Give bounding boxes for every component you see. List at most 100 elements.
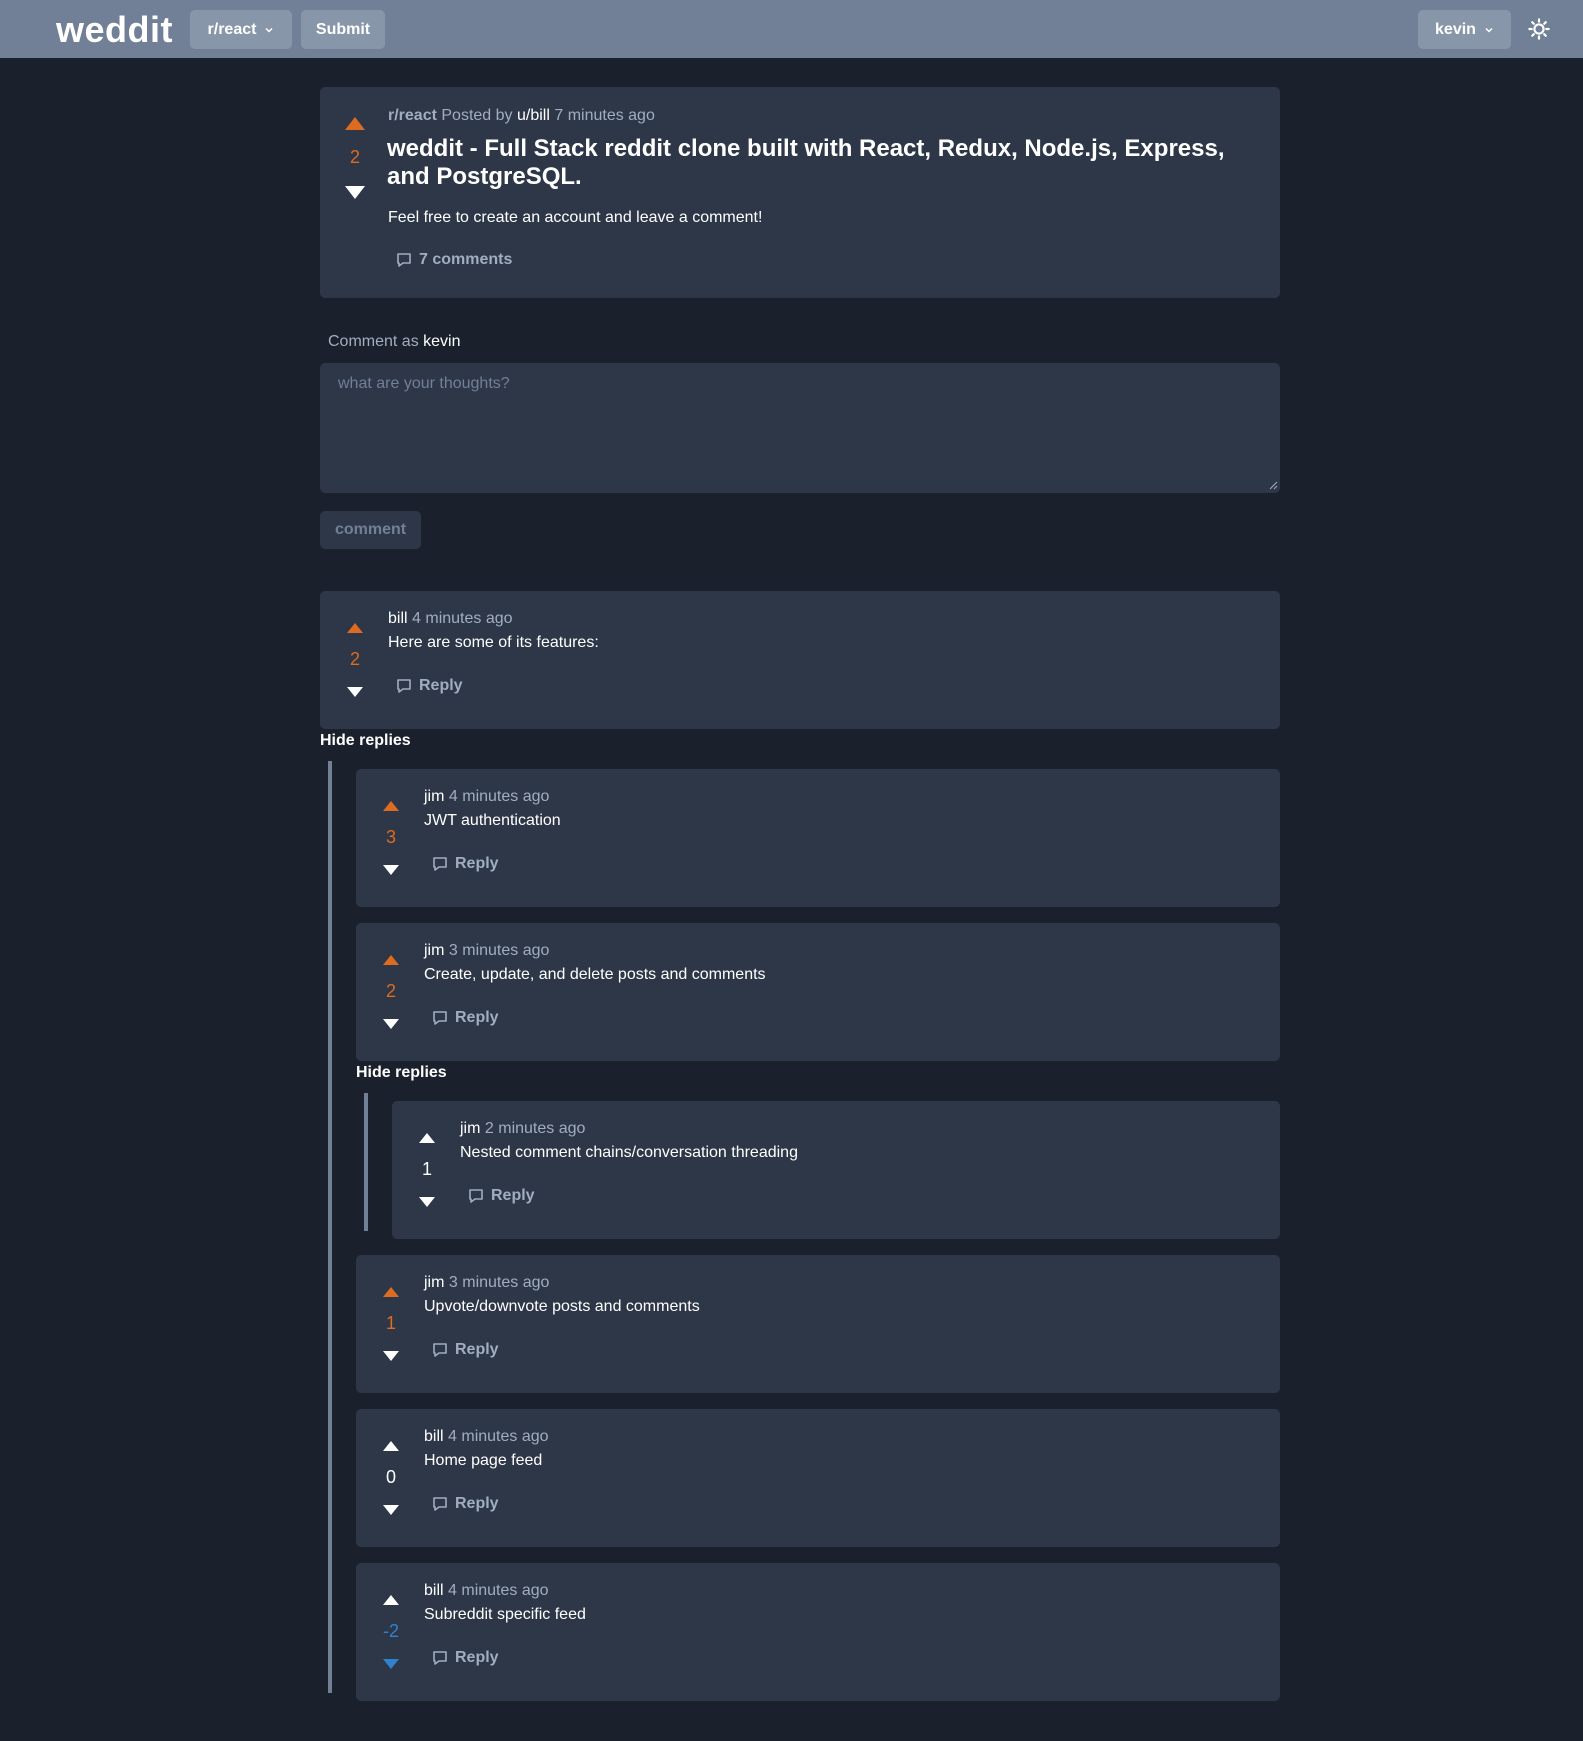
thread-line[interactable] [364, 1093, 368, 1231]
comment-body: Subreddit specific feed [424, 1606, 586, 1623]
upvote-arrow-icon[interactable] [373, 1282, 409, 1300]
hide-replies-button[interactable]: Hide replies [320, 732, 411, 750]
comments-count: 7 comments [419, 251, 513, 268]
post-author-link[interactable]: u/bill [517, 107, 550, 124]
post-comments-link[interactable]: 7 comments [395, 251, 512, 269]
downvote-arrow-icon[interactable] [373, 1015, 409, 1033]
downvote-arrow-icon[interactable] [373, 861, 409, 879]
comment-meta: jim 2 minutes ago [460, 1120, 585, 1138]
comment-meta: bill 4 minutes ago [388, 610, 513, 628]
comment-time: 2 minutes ago [484, 1120, 586, 1137]
post-meta: r/react Posted by u/bill 7 minutes ago [388, 107, 655, 125]
thread-line[interactable] [328, 761, 332, 1693]
comment-score: 2 [385, 981, 396, 1001]
subreddit-select-label: r/react [207, 20, 257, 38]
downvote-arrow-icon[interactable] [409, 1193, 445, 1211]
reply-button[interactable]: Reply [431, 1009, 499, 1027]
reply-button[interactable]: Reply [431, 1341, 499, 1359]
upvote-arrow-icon[interactable] [373, 1436, 409, 1454]
reply-button[interactable]: Reply [395, 677, 463, 695]
post-body: Feel free to create an account and leave… [388, 209, 763, 226]
comment-submit-button[interactable]: comment [320, 511, 421, 549]
theme-toggle-sun-icon[interactable] [1528, 18, 1550, 40]
comment-body: Nested comment chains/conversation threa… [460, 1144, 798, 1161]
chevron-down-icon [265, 27, 273, 33]
upvote-arrow-icon[interactable] [337, 114, 373, 132]
upvote-arrow-icon[interactable] [373, 1590, 409, 1608]
comment-author-link[interactable]: bill [388, 610, 408, 627]
comment-bubble-icon [397, 253, 411, 267]
reply-label: Reply [455, 1495, 499, 1512]
comment-as-user: kevin [423, 333, 461, 350]
post-score: 2 [349, 147, 360, 167]
reply-button[interactable]: Reply [467, 1187, 535, 1205]
downvote-arrow-icon[interactable] [337, 184, 373, 202]
comment-bubble-icon [433, 1011, 447, 1025]
comment-score: 0 [385, 1467, 396, 1487]
upvote-arrow-icon[interactable] [373, 796, 409, 814]
comment-author-link[interactable]: jim [424, 1274, 444, 1291]
reply-button[interactable]: Reply [431, 1495, 499, 1513]
comment-textarea[interactable] [320, 363, 1280, 493]
comment-time: 4 minutes ago [412, 610, 513, 627]
subreddit-select[interactable]: r/react [190, 10, 292, 49]
comment-body: Upvote/downvote posts and comments [424, 1298, 700, 1315]
comment-author-link[interactable]: jim [424, 942, 444, 959]
comment-time: 4 minutes ago [448, 1428, 549, 1445]
comment-meta: jim 3 minutes ago [424, 1274, 549, 1292]
comment-body: Here are some of its features: [388, 634, 599, 651]
reply-label: Reply [419, 677, 463, 694]
comment-as-text: Comment as [328, 333, 419, 350]
user-menu-label: kevin [1435, 20, 1476, 38]
reply-label: Reply [455, 1009, 499, 1026]
comment-body: Home page feed [424, 1452, 543, 1469]
reply-label: Reply [491, 1187, 535, 1204]
post-title[interactable]: weddit - Full Stack reddit clone built w… [387, 135, 1247, 191]
reply-button[interactable]: Reply [431, 1649, 499, 1667]
post-time: 7 minutes ago [554, 107, 655, 124]
hide-replies-button[interactable]: Hide replies [356, 1064, 447, 1082]
comment-author-link[interactable]: bill [424, 1428, 444, 1445]
comment-time: 4 minutes ago [448, 788, 550, 805]
comment-card: 2 jim 3 minutes ago Create, update, and … [356, 923, 1280, 1061]
reply-label: Reply [455, 1341, 499, 1358]
chevron-down-icon [1485, 27, 1493, 33]
submit-button[interactable]: Submit [301, 10, 385, 49]
comment-meta: jim 4 minutes ago [424, 788, 549, 806]
downvote-arrow-icon[interactable] [373, 1347, 409, 1365]
comment-as-label: Comment as kevin [328, 333, 461, 351]
comment-card: 1 jim 2 minutes ago Nested comment chain… [392, 1101, 1280, 1239]
post-subreddit-link[interactable]: r/react [388, 107, 437, 124]
comment-author-link[interactable]: bill [424, 1582, 444, 1599]
comment-card: 2 bill 4 minutes ago Here are some of it… [320, 591, 1280, 729]
comment-bubble-icon [433, 1497, 447, 1511]
comment-bubble-icon [397, 679, 411, 693]
upvote-arrow-icon[interactable] [409, 1128, 445, 1146]
comment-meta: bill 4 minutes ago [424, 1582, 549, 1600]
downvote-arrow-icon[interactable] [337, 683, 373, 701]
comment-author-link[interactable]: jim [460, 1120, 480, 1137]
comment-score: 1 [385, 1313, 396, 1333]
comment-bubble-icon [469, 1189, 483, 1203]
comment-card: 1 jim 3 minutes ago Upvote/downvote post… [356, 1255, 1280, 1393]
comment-author-link[interactable]: jim [424, 788, 444, 805]
comment-time: 3 minutes ago [448, 1274, 550, 1291]
comment-score: 1 [421, 1159, 432, 1179]
navbar: weddit r/react Submit kevin [0, 0, 1583, 58]
comment-meta: jim 3 minutes ago [424, 942, 549, 960]
resize-grip-icon[interactable] [1268, 480, 1278, 490]
user-menu[interactable]: kevin [1418, 10, 1511, 49]
posted-by-label: Posted by [441, 107, 513, 124]
upvote-arrow-icon[interactable] [337, 618, 373, 636]
upvote-arrow-icon[interactable] [373, 950, 409, 968]
reply-label: Reply [455, 1649, 499, 1666]
comment-body: Create, update, and delete posts and com… [424, 966, 766, 983]
reply-label: Reply [455, 855, 499, 872]
reply-button[interactable]: Reply [431, 855, 499, 873]
comment-score: 3 [385, 827, 396, 847]
logo[interactable]: weddit [56, 9, 173, 51]
comment-body: JWT authentication [424, 812, 561, 829]
comment-card: -2 bill 4 minutes ago Subreddit specific… [356, 1563, 1280, 1701]
downvote-arrow-icon[interactable] [373, 1501, 409, 1519]
downvote-arrow-icon[interactable] [373, 1655, 409, 1673]
